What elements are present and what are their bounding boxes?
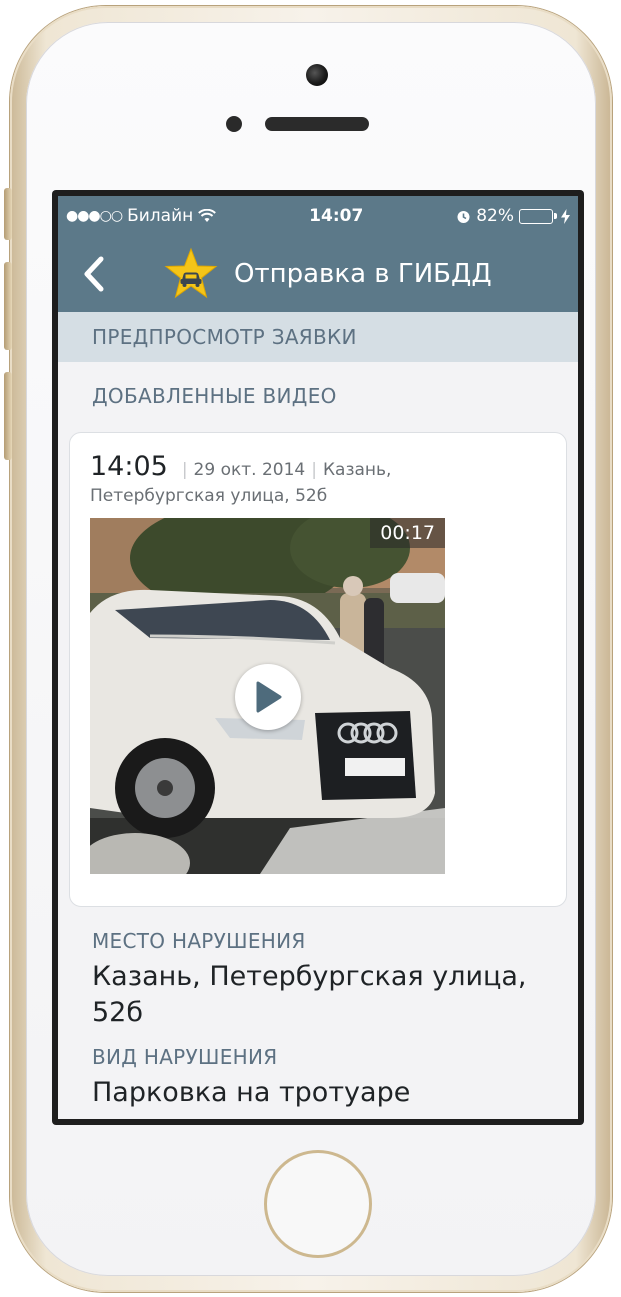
- battery-icon: [519, 208, 557, 224]
- video-thumbnail[interactable]: 00:17: [90, 518, 445, 874]
- app-display: ●●●○○ Билайн 14:07 82% Отправка в ГИБДД …: [58, 196, 578, 1119]
- carrier-name: Билайн: [127, 206, 194, 226]
- battery-percent: 82%: [476, 206, 514, 226]
- chevron-left-icon: [84, 256, 104, 292]
- alarm-icon: [457, 210, 470, 223]
- status-bar: ●●●○○ Билайн 14:07 82%: [58, 196, 578, 236]
- video-card-header: 14:05 | 29 окт. 2014 | Казань,: [90, 451, 546, 482]
- navigation-bar: Отправка в ГИБДД: [58, 236, 578, 312]
- video-city: Казань,: [322, 460, 392, 480]
- charging-bolt-icon: [561, 208, 570, 224]
- volume-up-button: [4, 262, 12, 350]
- clock: 14:07: [309, 206, 364, 226]
- volume-down-button: [4, 372, 12, 460]
- added-videos-label: ДОБАВЛЕННЫЕ ВИДЕО: [92, 384, 337, 408]
- violation-place-value: Казань, Петербургская улица, 52б: [92, 961, 527, 1028]
- violation-type-value: Парковка на тротуаре: [92, 1077, 411, 1108]
- video-street: Петербургская улица, 52б: [90, 486, 328, 506]
- separator: |: [311, 460, 317, 480]
- screen-bezel: ●●●○○ Билайн 14:07 82% Отправка в ГИБДД …: [52, 190, 584, 1125]
- play-icon: [256, 681, 282, 713]
- mute-switch: [4, 188, 12, 240]
- home-button[interactable]: [264, 1150, 372, 1258]
- violation-place-label: МЕСТО НАРУШЕНИЯ: [92, 929, 306, 953]
- violation-type-label: ВИД НАРУШЕНИЯ: [92, 1045, 278, 1069]
- signal-strength: ●●●○○: [66, 208, 123, 224]
- back-button[interactable]: [72, 247, 116, 301]
- play-button[interactable]: [235, 664, 301, 730]
- video-duration: 00:17: [370, 518, 445, 548]
- front-camera: [306, 64, 328, 86]
- separator: |: [181, 460, 188, 480]
- proximity-sensor: [226, 116, 242, 132]
- earpiece-speaker: [265, 117, 369, 131]
- screen-title: Отправка в ГИБДД: [234, 259, 492, 289]
- preview-section-title: ПРЕДПРОСМОТР ЗАЯВКИ: [92, 325, 357, 349]
- video-date: 29 окт. 2014: [193, 460, 306, 480]
- wifi-icon: [198, 209, 217, 222]
- preview-section-header: ПРЕДПРОСМОТР ЗАЯВКИ: [58, 312, 578, 362]
- star-car-icon: [164, 247, 218, 299]
- video-time: 14:05: [90, 451, 168, 482]
- video-card[interactable]: 14:05 | 29 окт. 2014 | Казань, Петербург…: [69, 432, 567, 907]
